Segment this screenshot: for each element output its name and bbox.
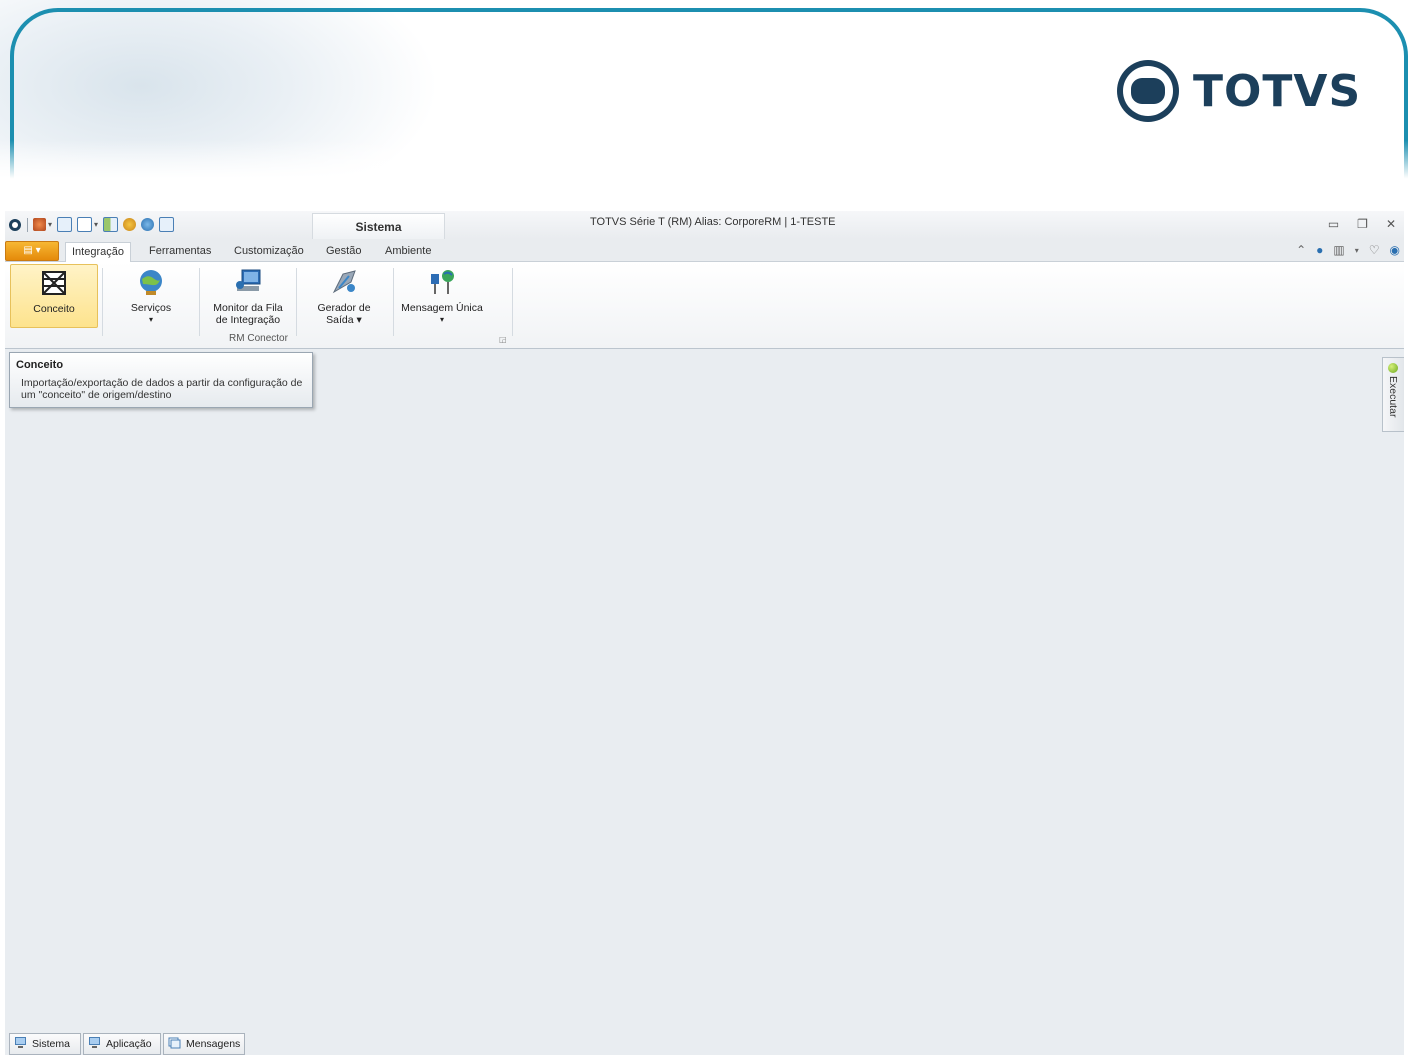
application-menu-button[interactable]: ▤ ▾ xyxy=(5,241,59,261)
ribbon-group-label: RM Conector xyxy=(229,333,288,344)
conceito-button[interactable]: Conceito xyxy=(10,264,98,328)
status-bar: Sistema Aplicação Mensagens xyxy=(5,1031,1404,1055)
context-tab-sistema[interactable]: Sistema xyxy=(312,213,445,240)
queue-monitor-icon xyxy=(236,269,261,291)
tooltip-title: Conceito xyxy=(16,359,64,371)
minimize-icon[interactable]: ▭ xyxy=(1328,217,1339,231)
statusbar-sistema-button[interactable]: Sistema xyxy=(9,1033,81,1055)
window-icon[interactable] xyxy=(57,217,73,232)
ribbon-tabs: ▤ ▾ Integração Ferramentas Customização … xyxy=(5,239,1404,262)
globe-icon[interactable]: ● xyxy=(1316,243,1323,257)
quick-access-toolbar: ▾ ▾ xyxy=(8,217,175,232)
totvs-logo-icon xyxy=(1117,60,1179,122)
services-globe-icon xyxy=(140,270,162,295)
title-bar: ▾ ▾ Sistema TOTVS Série T (RM) Alias: Co… xyxy=(5,211,1404,240)
app-window: ▾ ▾ Sistema TOTVS Série T (RM) Alias: Co… xyxy=(5,211,1404,1055)
executar-icon xyxy=(1388,363,1398,373)
collapse-ribbon-icon[interactable]: ⌃ xyxy=(1296,243,1306,257)
restore-icon[interactable]: ❐ xyxy=(1357,217,1368,231)
ribbon-right-tools: ⌃ ● ▥ ▾ ♡ ◉ xyxy=(1296,243,1400,257)
window-title: TOTVS Série T (RM) Alias: CorporeRM | 1-… xyxy=(590,216,836,228)
window-controls: ▭ ❐ ✕ xyxy=(1328,217,1396,231)
globe-icon[interactable] xyxy=(141,218,155,231)
app-orb-icon[interactable] xyxy=(8,218,22,232)
plugin-icon[interactable] xyxy=(33,218,46,231)
executar-label: Executar xyxy=(1387,376,1399,418)
monitor-fila-integracao-button[interactable]: Monitor da Fila de Integração xyxy=(205,264,291,326)
close-icon[interactable]: ✕ xyxy=(1386,217,1396,231)
computer-icon xyxy=(15,1037,26,1048)
layout-icon[interactable]: ▥ xyxy=(1333,243,1344,257)
mensagem-unica-button[interactable]: Mensagem Única ▾ xyxy=(398,264,486,326)
document-banner: TOTVS xyxy=(0,0,1409,210)
tooltip-body: Importação/exportação de dados a partir … xyxy=(21,377,303,401)
layout-icon[interactable] xyxy=(103,217,119,232)
lightbulb-icon[interactable]: ♡ xyxy=(1369,243,1380,257)
tab-integracao[interactable]: Integração xyxy=(65,242,131,262)
tab-ambiente[interactable]: Ambiente xyxy=(379,242,437,261)
gerador-de-saida-button[interactable]: Gerador de Saída ▾ xyxy=(305,264,383,326)
concept-grid-icon xyxy=(42,271,66,295)
window-empty-icon[interactable] xyxy=(77,217,93,232)
output-generator-icon xyxy=(332,270,356,294)
tab-ferramentas[interactable]: Ferramentas xyxy=(143,242,217,261)
conceito-tooltip: Conceito Importação/exportação de dados … xyxy=(9,352,313,408)
tab-gestao[interactable]: Gestão xyxy=(320,242,367,261)
refresh-icon[interactable] xyxy=(123,218,137,231)
totvs-logo: TOTVS xyxy=(1115,58,1361,124)
help-icon[interactable]: ◉ xyxy=(1390,243,1400,257)
copy-icon[interactable] xyxy=(159,217,175,232)
ribbon-panel: Conceito Serviços ▾ Monitor da Fila de I… xyxy=(5,262,1404,349)
statusbar-aplicacao-button[interactable]: Aplicação xyxy=(83,1033,161,1055)
messages-icon xyxy=(168,1037,181,1049)
chevron-down-icon[interactable]: ▾ xyxy=(94,220,98,229)
logo-text: TOTVS xyxy=(1193,65,1362,117)
computer-icon xyxy=(89,1037,100,1048)
executar-side-tab[interactable]: Executar xyxy=(1382,357,1404,432)
tab-customizacao[interactable]: Customização xyxy=(228,242,310,261)
chevron-down-icon[interactable]: ▾ xyxy=(1355,246,1359,255)
single-message-icon xyxy=(431,270,454,294)
chevron-down-icon[interactable]: ▾ xyxy=(48,220,52,229)
group-launcher-icon[interactable]: ◲ xyxy=(499,335,507,344)
statusbar-mensagens-button[interactable]: Mensagens xyxy=(163,1033,245,1055)
servicos-button[interactable]: Serviços ▾ xyxy=(113,264,189,326)
